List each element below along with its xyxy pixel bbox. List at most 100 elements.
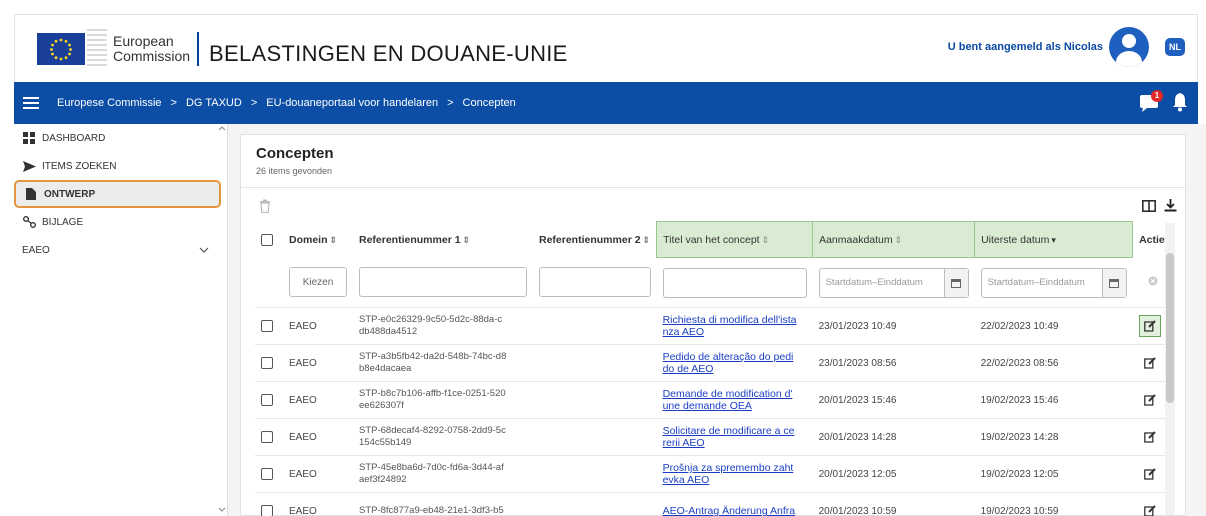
- row-select-cell: [255, 455, 283, 493]
- ref1-cell: STP-b8c7b106-affb-f1ce-0251-520 ee626307f: [353, 381, 533, 419]
- deadline-cell: 22/02/2023 08:56: [974, 344, 1133, 382]
- header-divider: [197, 31, 199, 66]
- ref1-line: STP-a3b5fb42-da2d-548b-74bc-d8: [359, 351, 507, 362]
- ref2-filter-input[interactable]: [539, 267, 651, 298]
- edit-icon[interactable]: [1139, 389, 1161, 411]
- user-avatar-icon[interactable]: [1109, 27, 1149, 67]
- ec-wordmark: European Commission: [113, 33, 190, 64]
- sidebar-group-eaeo[interactable]: EAEO: [14, 236, 217, 264]
- table-scrollbar[interactable]: [1165, 223, 1175, 515]
- column-header-title[interactable]: Titel van het concept ⇕: [656, 221, 814, 258]
- ref1-line: ee626307f: [359, 400, 404, 411]
- bell-icon[interactable]: [1172, 92, 1188, 115]
- chat-notification-icon[interactable]: 1: [1138, 89, 1163, 114]
- title-line: une demande OEA: [662, 400, 752, 412]
- edit-icon[interactable]: [1139, 500, 1161, 516]
- ref1-cell: STP-e0c26329-9c50-5d2c-88da-c db488da4512: [353, 307, 533, 345]
- column-header-domain[interactable]: Domein ⇕: [283, 222, 353, 258]
- ref1-cell: STP-a3b5fb42-da2d-548b-74bc-d8 b8e4dacaea: [353, 344, 533, 382]
- table-row: EAEO STP-68decaf4-8292-0758-2dd9-5c 154c5…: [255, 418, 1173, 456]
- concept-title-link[interactable]: Richiesta di modifica dell'ista nza AEO: [663, 314, 807, 338]
- table-header-row: Domein ⇕ Referentienummer 1 ⇕ Referentienu…: [255, 221, 1173, 258]
- table-row: EAEO STP-b8c7b106-affb-f1ce-0251-520 ee62…: [255, 381, 1173, 419]
- calendar-icon[interactable]: [943, 268, 968, 297]
- created-cell: 20/01/2023 10:59: [812, 492, 975, 516]
- row-checkbox[interactable]: [261, 431, 273, 443]
- clear-filter-icon[interactable]: [1148, 276, 1158, 289]
- menu-icon[interactable]: [23, 97, 39, 109]
- breadcrumb-1[interactable]: DG TAXUD: [186, 97, 242, 109]
- deadline-cell: 19/02/2023 12:05: [974, 455, 1133, 493]
- date-range-text: Startdatum–Einddatum: [826, 277, 923, 288]
- breadcrumb-0[interactable]: Europese Commissie: [57, 97, 162, 109]
- title-line: nza AEO: [662, 326, 705, 338]
- deadline-cell: 19/02/2023 14:28: [974, 418, 1133, 456]
- sidebar-item-label: DASHBOARD: [42, 132, 106, 144]
- concepts-table: Domein ⇕ Referentienummer 1 ⇕ Referentienu…: [255, 221, 1173, 516]
- column-header-deadline[interactable]: Uiterste datum ▾: [974, 221, 1134, 258]
- sidebar-item-bijlage[interactable]: BIJLAGE: [14, 208, 217, 236]
- edit-icon[interactable]: [1139, 426, 1161, 448]
- filter-cell-created: Startdatum–Einddatum: [813, 258, 975, 308]
- date-start-placeholder: Startdatum: [987, 277, 1035, 288]
- table-row: EAEO STP-a3b5fb42-da2d-548b-74bc-d8 b8e4d…: [255, 344, 1173, 382]
- nav-icons: 1: [1138, 89, 1188, 115]
- concept-title-link[interactable]: Demande de modification d' une demande OE…: [663, 388, 807, 412]
- sidebar-scrollbar[interactable]: [217, 124, 227, 516]
- title-cell: Pedido de alteração do pedi do de AEO: [656, 344, 813, 382]
- scrollbar-thumb[interactable]: [1166, 253, 1174, 403]
- deadline-cell: 22/02/2023 10:49: [974, 307, 1133, 345]
- ref2-cell: [533, 455, 657, 493]
- deadline-date-range-input[interactable]: Startdatum–Einddatum: [980, 267, 1127, 298]
- edit-icon[interactable]: [1139, 463, 1161, 485]
- sidebar-item-ontwerp[interactable]: ONTWERP: [14, 180, 221, 208]
- ref1-text: STP-68decaf4-8292-0758-2dd9-5c 154c55b149: [359, 425, 527, 449]
- date-start-placeholder: Startdatum: [825, 277, 873, 288]
- sidebar-item-label: ITEMS ZOEKEN: [42, 160, 117, 172]
- send-icon: [22, 160, 36, 172]
- created-cell: 20/01/2023 14:28: [812, 418, 975, 456]
- calendar-icon[interactable]: [1101, 268, 1126, 297]
- title-filter-input[interactable]: [662, 267, 807, 298]
- edit-icon[interactable]: [1138, 315, 1161, 337]
- user-login-text[interactable]: U bent aangemeld als Nicolas: [948, 41, 1103, 53]
- ec-logo[interactable]: European Commission: [21, 20, 191, 78]
- row-checkbox[interactable]: [261, 505, 273, 516]
- row-select-cell: [255, 344, 283, 382]
- column-header-ref2[interactable]: Referentienummer 2 ⇕: [533, 222, 657, 258]
- row-checkbox[interactable]: [261, 357, 273, 369]
- table-row: EAEO STP-8fc877a9-eb48-21e1-3df3-b5 AEO-…: [255, 492, 1173, 516]
- edit-icon[interactable]: [1139, 352, 1161, 374]
- row-checkbox[interactable]: [261, 320, 273, 332]
- download-icon[interactable]: [1164, 199, 1177, 217]
- select-all-checkbox[interactable]: [261, 233, 273, 246]
- concept-title-link[interactable]: AEO-Antrag Änderung Anfra: [663, 505, 807, 516]
- document-icon: [24, 188, 38, 200]
- ref1-line: aef3f24892: [359, 474, 407, 485]
- domain-filter-select[interactable]: Kiezen: [289, 267, 347, 298]
- title-line: rerii AEO: [662, 437, 705, 449]
- domain-cell: EAEO: [283, 307, 353, 345]
- columns-icon[interactable]: [1142, 199, 1156, 217]
- column-header-ref1[interactable]: Referentienummer 1 ⇕: [353, 222, 533, 258]
- sidebar-item-items-zoeken[interactable]: ITEMS ZOEKEN: [14, 152, 217, 180]
- row-checkbox[interactable]: [261, 468, 273, 480]
- created-date-range-input[interactable]: Startdatum–Einddatum: [818, 267, 969, 298]
- column-header-created[interactable]: Aanmaakdatum ⇕: [812, 221, 976, 258]
- sort-icon: ⇕: [329, 234, 338, 245]
- trash-icon[interactable]: [259, 199, 271, 214]
- filter-cell-domain: Kiezen: [283, 258, 353, 308]
- ref1-filter-input[interactable]: [359, 267, 527, 298]
- concept-title-link[interactable]: Pedido de alteração do pedi do de AEO: [663, 351, 807, 375]
- ref1-line: STP-68decaf4-8292-0758-2dd9-5c: [359, 425, 506, 436]
- row-checkbox[interactable]: [261, 394, 273, 406]
- language-button[interactable]: NL: [1165, 38, 1185, 56]
- ref1-text: STP-45e8ba6d-7d0c-fd6a-3d44-af aef3f24892: [359, 462, 527, 486]
- title-line: Pedido de alteração do pedi: [662, 351, 794, 363]
- breadcrumb-2[interactable]: EU-douaneportaal voor handelaren: [266, 97, 438, 109]
- concept-title-link[interactable]: Prošnja za spremembo zaht evka AEO: [663, 462, 807, 486]
- sidebar-item-dashboard[interactable]: DASHBOARD: [14, 124, 217, 152]
- sort-icon: ⇕: [642, 234, 651, 245]
- date-end-placeholder: Einddatum: [1039, 277, 1085, 288]
- concept-title-link[interactable]: Solicitare de modificare a ce rerii AEO: [663, 425, 807, 449]
